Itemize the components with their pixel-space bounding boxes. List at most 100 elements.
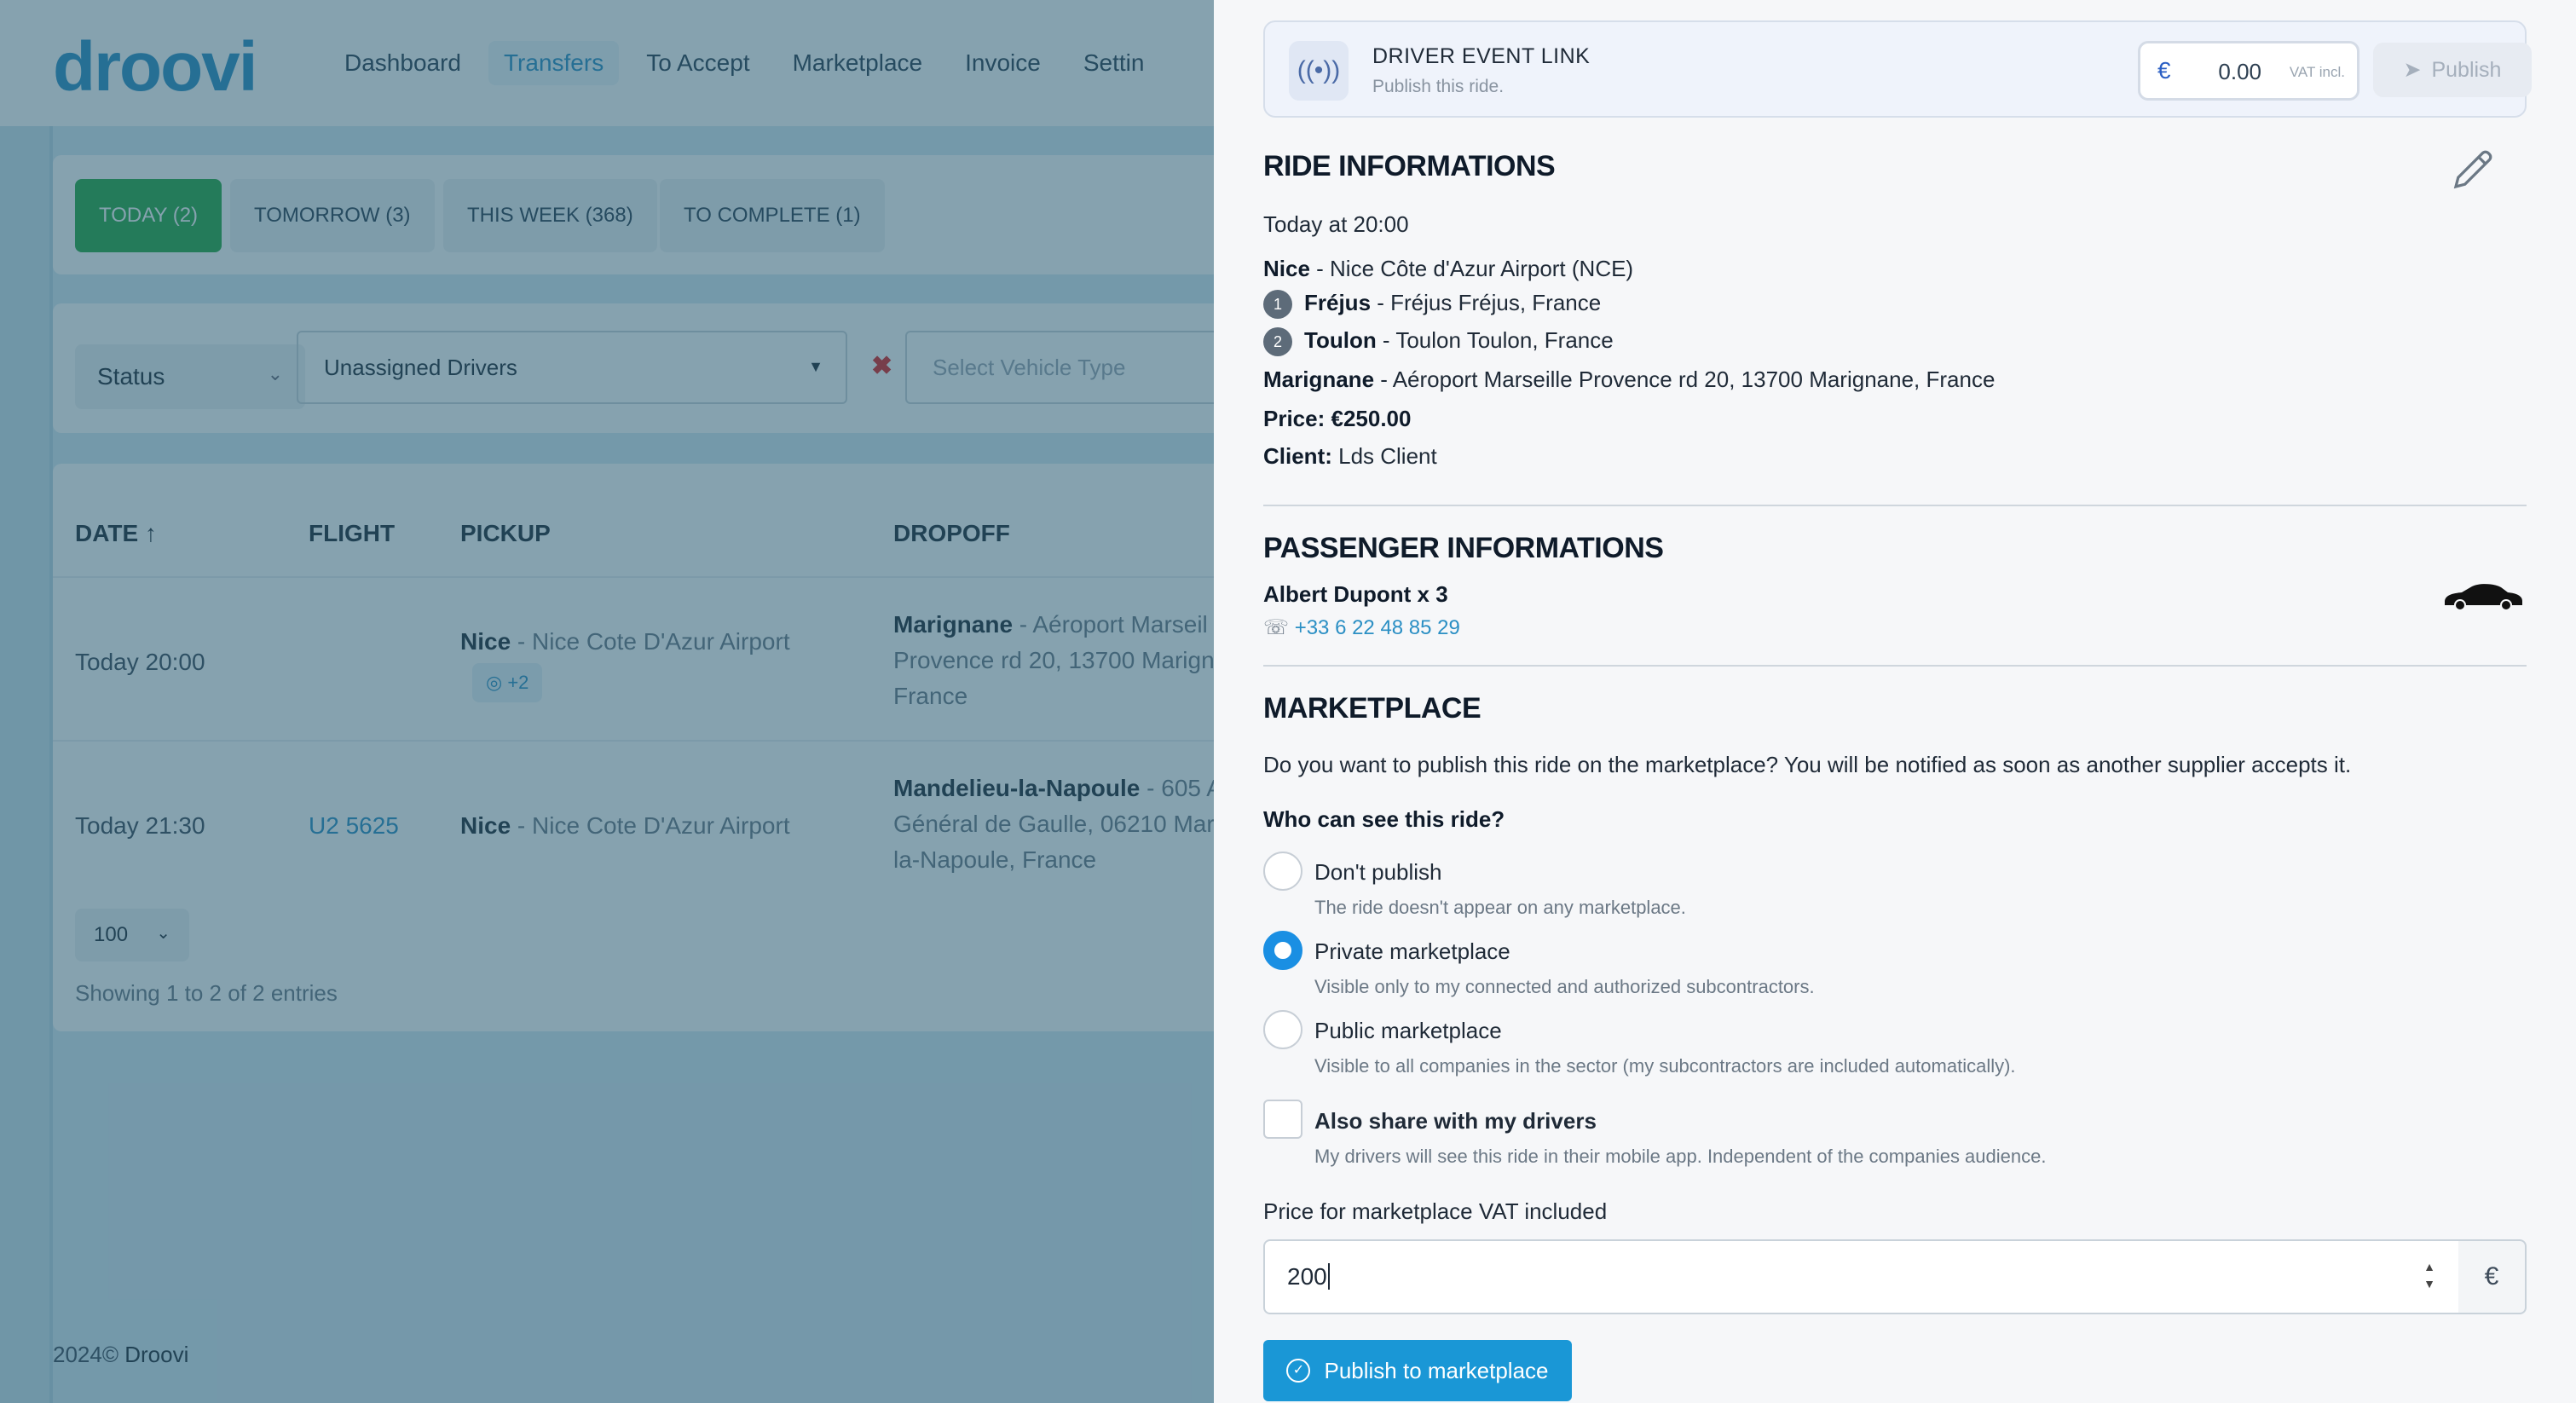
visibility-heading: Who can see this ride? — [1263, 806, 1505, 833]
ride-stop-2: 2 Toulon - Toulon Toulon, France — [1263, 327, 1614, 357]
nav-to-accept[interactable]: To Accept — [631, 41, 765, 85]
col-pickup: PICKUP — [460, 520, 551, 546]
share-with-drivers-checkbox[interactable] — [1263, 1100, 1302, 1139]
entries-info: Showing 1 to 2 of 2 entries — [75, 980, 338, 1006]
nav-marketplace[interactable]: Marketplace — [777, 41, 939, 85]
nav-transfers[interactable]: Transfers — [488, 41, 620, 85]
stops-count: +2 — [507, 672, 529, 693]
ride-datetime: Today at 20:00 — [1263, 211, 1409, 237]
nav-settings[interactable]: Settin — [1068, 41, 1160, 85]
event-link-subtitle: Publish this ride. — [1372, 77, 1505, 96]
section-divider — [1263, 665, 2527, 667]
stop-city: Toulon — [1304, 327, 1377, 353]
option-dont-publish-desc: The ride doesn't appear on any marketpla… — [1314, 897, 1686, 918]
row-pickup: Nice - Nice Cote D'Azur Airport — [460, 808, 790, 844]
event-link-publish-label: Publish — [2431, 57, 2502, 82]
page-size-select[interactable]: 100 ⌄ — [75, 909, 189, 961]
footer-brand[interactable]: Droovi — [124, 1342, 188, 1367]
row-pickup: Nice - Nice Cote D'Azur Airport ◎ +2 — [460, 624, 790, 702]
option-public-desc: Visible to all companies in the sector (… — [1314, 1055, 2016, 1077]
option-dont-publish-label[interactable]: Don't publish — [1314, 859, 1442, 886]
ride-price-label: Price: €250.00 — [1263, 406, 1412, 431]
ride-dropoff: Marignane - Aéroport Marseille Provence … — [1263, 367, 1995, 393]
ride-pickup-city: Nice — [1263, 256, 1310, 281]
event-link-price-value: 0.00 — [2218, 59, 2261, 84]
option-public-label[interactable]: Public marketplace — [1314, 1018, 1502, 1044]
tab-today[interactable]: TODAY (2) — [75, 179, 222, 252]
section-divider — [1263, 505, 2527, 506]
status-filter[interactable]: Status ⌄ — [75, 344, 305, 409]
tab-to-complete[interactable]: TO COMPLETE (1) — [660, 179, 885, 252]
main-nav: Dashboard Transfers To Accept Marketplac… — [329, 41, 1159, 85]
tab-tomorrow[interactable]: TOMORROW (3) — [230, 179, 435, 252]
marketplace-question: Do you want to publish this ride on the … — [1263, 752, 2352, 777]
droovi-logo[interactable]: droovi — [53, 27, 258, 107]
pickup-place: - Nice Cote D'Azur Airport — [511, 628, 790, 655]
radio-public-marketplace[interactable] — [1263, 1010, 1302, 1049]
row-divider — [53, 576, 1246, 578]
passenger-phone-number: +33 6 22 48 85 29 — [1294, 616, 1460, 639]
event-link-price-input[interactable]: € 0.00 VAT incl. — [2138, 41, 2359, 101]
ride-price: Price: €250.00 — [1263, 406, 1411, 432]
driver-event-link-card: ((•)) DRIVER EVENT LINK Publish this rid… — [1263, 20, 2532, 118]
ride-info-title: RIDE INFORMATIONS — [1263, 150, 1556, 182]
tab-this-week[interactable]: THIS WEEK (368) — [443, 179, 657, 252]
share-with-drivers-label[interactable]: Also share with my drivers — [1314, 1108, 1597, 1135]
nav-invoice[interactable]: Invoice — [950, 41, 1056, 85]
publish-to-marketplace-button[interactable]: ✓ Publish to marketplace — [1263, 1340, 1572, 1401]
dropoff-city: Marignane — [893, 611, 1014, 638]
number-stepper[interactable]: ▲ ▼ — [2419, 1258, 2440, 1294]
ride-pickup-place: - Nice Côte d'Azur Airport (NCE) — [1309, 256, 1634, 281]
check-circle-icon: ✓ — [1286, 1359, 1311, 1383]
event-link-publish-button[interactable]: ➤ Publish — [2373, 43, 2532, 97]
drivers-filter[interactable]: Unassigned Drivers ▼ — [297, 331, 847, 404]
ride-stop-1: 1 Fréjus - Fréjus Fréjus, France — [1263, 290, 1601, 320]
row-date: Today 20:00 — [75, 649, 205, 675]
nav-dashboard[interactable]: Dashboard — [329, 41, 477, 85]
marketplace-title: MARKETPLACE — [1263, 692, 1481, 725]
event-link-title: DRIVER EVENT LINK — [1372, 44, 1591, 68]
share-with-drivers-label-text: Also share with my drivers — [1314, 1108, 1597, 1134]
ride-pickup: Nice - Nice Côte d'Azur Airport (NCE) — [1263, 256, 1633, 282]
ride-client-value: Lds Client — [1331, 443, 1437, 469]
passenger-phone[interactable]: ☏ +33 6 22 48 85 29 — [1263, 615, 1460, 640]
euro-addon: € — [2458, 1239, 2527, 1314]
footer: 2024© Droovi — [53, 1342, 188, 1368]
dropoff-city: Mandelieu-la-Napoule — [893, 775, 1141, 801]
marketplace-price-input[interactable]: 200 — [1263, 1239, 2460, 1314]
pickup-city: Nice — [460, 812, 511, 839]
publish-to-marketplace-label: Publish to marketplace — [1324, 1357, 1549, 1383]
stop-city: Fréjus — [1304, 290, 1372, 315]
pencil-icon[interactable] — [2450, 145, 2498, 193]
chevron-down-icon: ⌄ — [267, 363, 283, 384]
col-date[interactable]: DATE ↑ — [75, 520, 157, 547]
passenger-name-text: Albert Dupont x 3 — [1263, 581, 1448, 607]
dropoff-line-1: - Aéroport Marseil — [1013, 611, 1208, 638]
clear-filter-icon[interactable]: ✖ — [871, 351, 892, 381]
left-rail — [0, 126, 53, 1403]
radio-dont-publish[interactable] — [1263, 852, 1302, 891]
broadcast-icon: ((•)) — [1289, 41, 1349, 101]
pickup-place: - Nice Cote D'Azur Airport — [511, 812, 790, 839]
dropoff-line-1: - 605 A — [1140, 775, 1222, 801]
option-private-label[interactable]: Private marketplace — [1314, 938, 1510, 965]
filters-bar: Status ⌄ Unassigned Drivers ▼ ✖ Select V… — [53, 303, 1263, 433]
pickup-city: Nice — [460, 628, 511, 655]
col-flight: FLIGHT — [309, 520, 396, 546]
col-dropoff: DROPOFF — [893, 520, 1010, 546]
chevron-down-icon: ⌄ — [156, 924, 170, 943]
dropoff-line-3: France — [893, 683, 968, 709]
stop-place: - Toulon Toulon, France — [1376, 327, 1614, 353]
radio-private-marketplace[interactable] — [1263, 931, 1302, 970]
vehicle-type-filter[interactable]: Select Vehicle Type — [905, 331, 1263, 404]
dropoff-line-2: Général de Gaulle, 06210 Mar — [893, 811, 1215, 837]
option-private-desc: Visible only to my connected and authori… — [1314, 976, 1815, 997]
stops-badge[interactable]: ◎ +2 — [472, 663, 543, 702]
stop-number-badge: 2 — [1263, 327, 1292, 357]
flight-link[interactable]: U2 5625 — [309, 812, 399, 839]
footer-year: 2024© — [53, 1342, 118, 1367]
share-with-drivers-desc: My drivers will see this ride in their m… — [1314, 1146, 2047, 1167]
vat-label: VAT incl. — [2289, 64, 2345, 80]
caret-down-icon: ▼ — [808, 358, 823, 375]
page-size-value: 100 — [94, 923, 129, 946]
